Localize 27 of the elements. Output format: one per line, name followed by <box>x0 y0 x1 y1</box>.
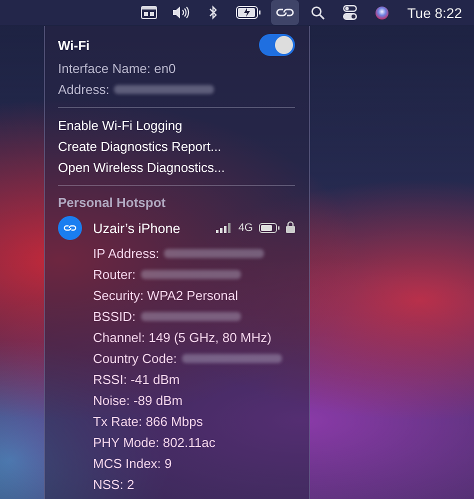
info-text: MCS Index: 9 <box>93 456 172 471</box>
section-header: Personal Hotspot <box>58 194 167 212</box>
network-type: 4G <box>238 222 253 234</box>
info-text: BSSID: <box>93 309 136 324</box>
info-text: Interface Name: en0 <box>58 61 176 76</box>
info-text: NSS: 2 <box>93 477 134 492</box>
signal-icon <box>216 220 232 236</box>
device-name[interactable]: Uzair’s iPhone <box>93 220 210 236</box>
battery-icon <box>259 220 280 236</box>
info-text: Tx Rate: 866 Mbps <box>93 414 203 429</box>
hotspot-icon <box>58 216 82 240</box>
wifi-title: Wi-Fi <box>58 38 90 52</box>
info-text: PHY Mode: 802.11ac <box>93 435 216 450</box>
info-text: Noise: -89 dBm <box>93 393 183 408</box>
wifi-toggle[interactable] <box>259 34 295 56</box>
info-text: IP Address: <box>93 246 160 261</box>
info-text: RSSI: -41 dBm <box>93 372 180 387</box>
info-text: Country Code: <box>93 351 177 366</box>
menu-item[interactable]: Open Wireless Diagnostics... <box>58 157 295 178</box>
info-text: Router: <box>93 267 136 282</box>
info-text: Address: <box>58 82 110 97</box>
clock[interactable]: Tue 8:22 <box>407 4 462 20</box>
menu-item[interactable]: Enable Wi-Fi Logging <box>58 115 295 136</box>
info-text: Security: WPA2 Personal <box>93 288 238 303</box>
menu-item[interactable]: Create Diagnostics Report... <box>58 136 295 157</box>
info-text: Channel: 149 (5 GHz, 80 MHz) <box>93 330 272 345</box>
link-icon[interactable] <box>271 0 300 25</box>
